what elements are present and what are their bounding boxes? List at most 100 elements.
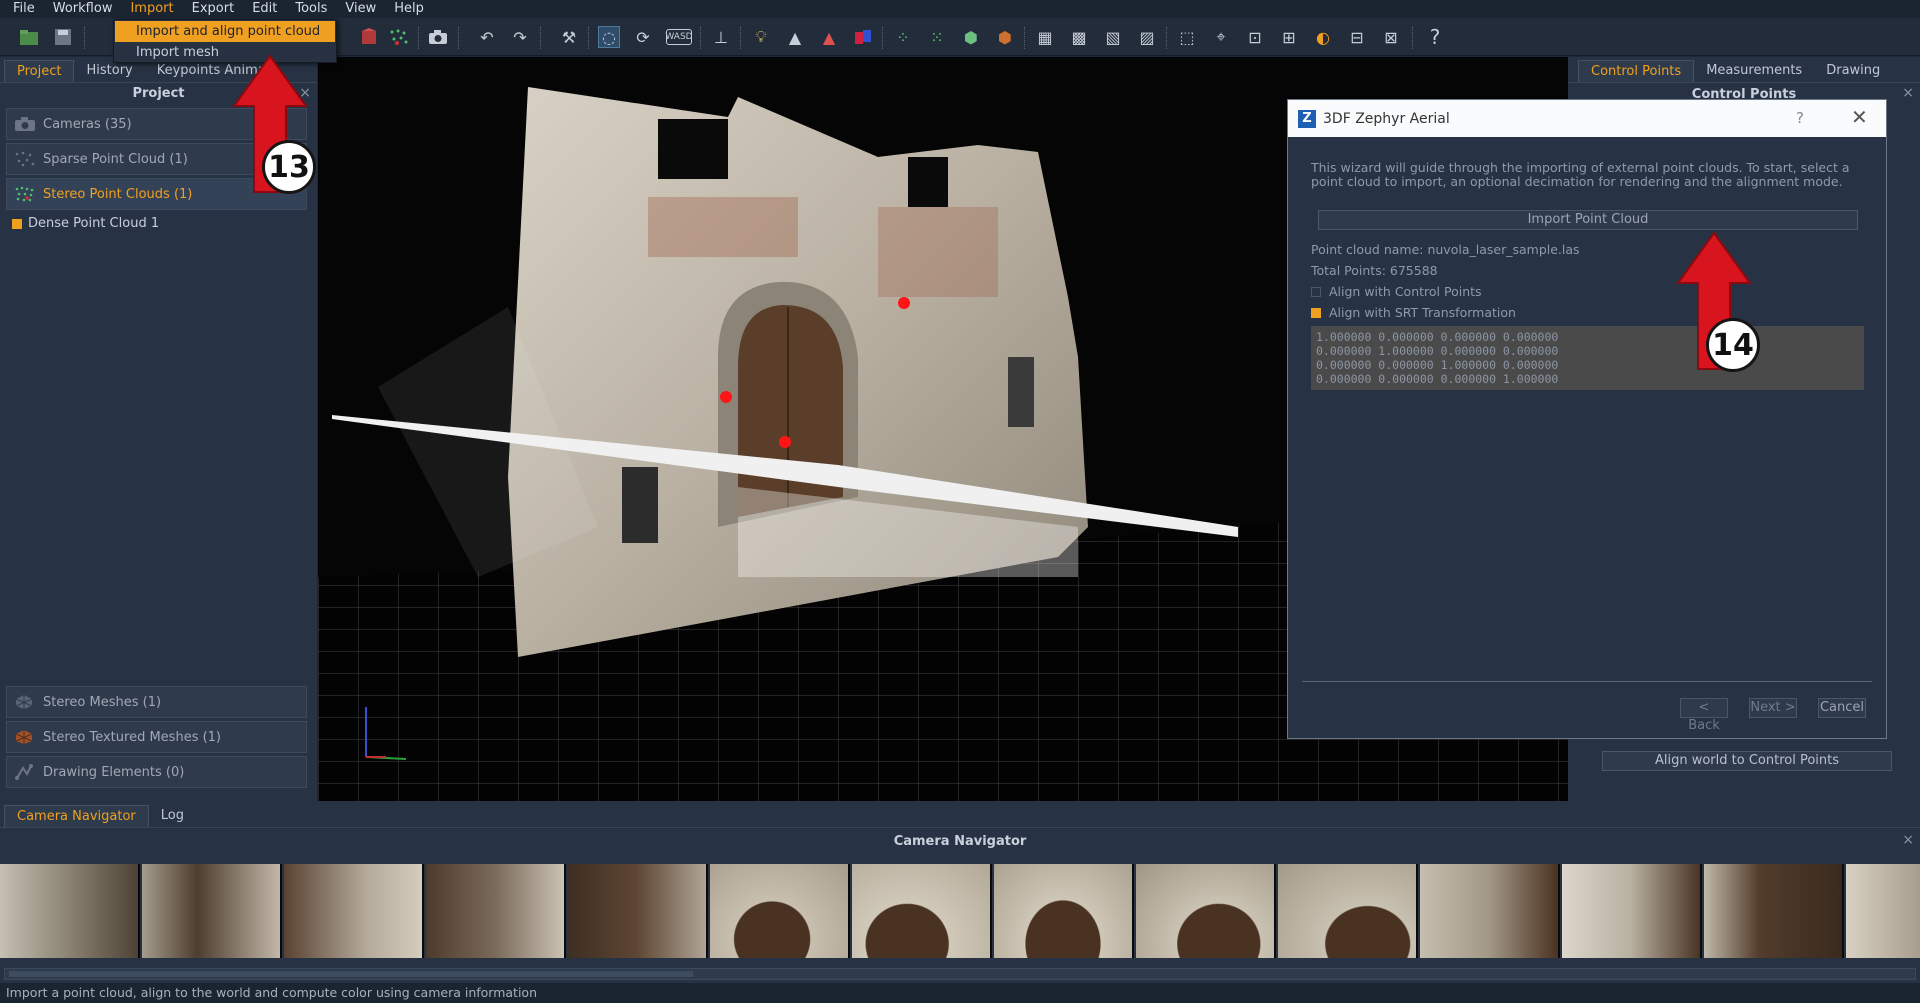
zephyr-logo-icon: Z [1298, 109, 1316, 128]
wrench-icon[interactable]: ⚒ [558, 26, 580, 48]
control-point-marker[interactable] [779, 436, 791, 448]
align-srt-option[interactable]: Align with SRT Transformation [1311, 306, 1516, 320]
camera-snapshot-icon[interactable] [427, 26, 449, 48]
tab-control-points[interactable]: Control Points [1578, 60, 1695, 82]
camera-thumbnail[interactable] [852, 864, 992, 958]
section-label: Sparse Point Cloud (1) [43, 151, 188, 167]
select-all-icon[interactable]: ▦ [1034, 26, 1056, 48]
menu-import[interactable]: Import [121, 0, 182, 18]
section-stereo-meshes[interactable]: Stereo Meshes (1) [6, 686, 307, 718]
back-button[interactable]: < Back [1680, 698, 1728, 733]
new-project-icon[interactable] [18, 26, 40, 48]
menu-tools[interactable]: Tools [286, 0, 336, 18]
sparse-cloud-icon [15, 151, 35, 167]
save-icon[interactable] [52, 26, 74, 48]
camera-thumbnail[interactable] [994, 864, 1134, 958]
camera-thumbnail[interactable] [710, 864, 850, 958]
control-point-marker[interactable] [720, 391, 732, 403]
import-point-cloud-button[interactable]: Import Point Cloud [1318, 210, 1858, 230]
control-point-marker[interactable] [898, 297, 910, 309]
section-label: Cameras (35) [43, 116, 132, 132]
wasd-icon[interactable]: WASD [665, 29, 693, 45]
textured-mesh-icon [15, 729, 35, 745]
mesh-cube-icon[interactable]: ⬢ [960, 26, 982, 48]
align-world-button[interactable]: Align world to Control Points [1602, 751, 1892, 771]
undo-icon[interactable]: ↶ [476, 26, 498, 48]
dialog-help-button[interactable]: ? [1796, 109, 1804, 127]
wizard-intro-text: This wizard will guide through the impor… [1311, 160, 1850, 189]
menubar: File Workflow Import Export Edit Tools V… [0, 0, 1920, 18]
rgb-select-icon[interactable]: ⊡ [1244, 26, 1266, 48]
checkbox-unchecked[interactable] [1311, 287, 1321, 297]
align-control-points-option[interactable]: Align with Control Points [1311, 285, 1482, 299]
camera-thumbnail[interactable] [284, 864, 424, 958]
mesh-wire-icon[interactable]: ▲ [784, 26, 806, 48]
menu-item-import-align-point-cloud[interactable]: Import and align point cloud [115, 21, 335, 42]
point-cloud-name: Point cloud name: nuvola_laser_sample.la… [1311, 242, 1580, 257]
section-stereo-textured-meshes[interactable]: Stereo Textured Meshes (1) [6, 721, 307, 753]
texture-icon[interactable] [852, 26, 874, 48]
rect-select-icon[interactable]: ⬚ [1176, 26, 1198, 48]
close-icon[interactable]: × [1902, 85, 1914, 101]
menu-workflow[interactable]: Workflow [44, 0, 122, 18]
matrix-row: 0.000000 0.000000 0.000000 1.000000 [1316, 372, 1559, 386]
annotation-badge-14: 14 [1706, 318, 1760, 372]
menu-edit[interactable]: Edit [243, 0, 286, 18]
cancel-button[interactable]: Cancel [1818, 698, 1866, 718]
color-mesh-icon[interactable]: ▲ [818, 26, 840, 48]
tab-project[interactable]: Project [4, 60, 75, 82]
crop-select-icon[interactable]: ⊟ [1346, 26, 1368, 48]
camera-thumbnail[interactable] [1846, 864, 1920, 958]
select-invert-icon[interactable]: ▧ [1102, 26, 1124, 48]
help-icon[interactable]: ? [1424, 25, 1446, 49]
camera-thumbnail[interactable] [0, 864, 140, 958]
mesh-icon [15, 694, 35, 710]
menu-view[interactable]: View [336, 0, 385, 18]
tree-item-dense-point-cloud[interactable]: Dense Point Cloud 1 [12, 216, 317, 231]
axis-icon[interactable]: ⊥ [710, 26, 732, 48]
camera-thumbnail[interactable] [1278, 864, 1418, 958]
section-drawing-elements[interactable]: Drawing Elements (0) [6, 756, 307, 788]
sparse-points-icon[interactable]: ⁘ [892, 26, 914, 48]
rotate-icon[interactable]: ⟳ [632, 26, 654, 48]
thumbnail-scrollbar[interactable] [4, 968, 1916, 980]
tab-camera-navigator[interactable]: Camera Navigator [4, 805, 149, 827]
tab-drawing[interactable]: Drawing [1814, 60, 1892, 82]
textured-cube-icon[interactable]: ⬢ [994, 26, 1016, 48]
dialog-title: 3DF Zephyr Aerial [1323, 110, 1450, 127]
dialog-close-icon[interactable]: ✕ [1851, 105, 1868, 129]
grow-select-icon[interactable]: ⊞ [1278, 26, 1300, 48]
select-none-icon[interactable]: ▩ [1068, 26, 1090, 48]
checkbox-checked[interactable] [1311, 308, 1321, 318]
menu-file[interactable]: File [4, 0, 44, 18]
delete-select-icon[interactable]: ⊠ [1380, 26, 1402, 48]
box-icon[interactable] [358, 26, 380, 48]
camera-thumbnail[interactable] [568, 864, 708, 958]
scrollbar-thumb[interactable] [9, 971, 693, 977]
matrix-row: 0.000000 0.000000 1.000000 0.000000 [1316, 358, 1559, 372]
dense-points-icon[interactable]: ⁙ [926, 26, 948, 48]
camera-thumbnail[interactable] [142, 864, 282, 958]
orbit-icon[interactable]: ◌ [598, 26, 620, 48]
next-button[interactable]: Next > [1749, 698, 1797, 718]
select-filter-icon[interactable]: ▨ [1136, 26, 1158, 48]
lasso-select-icon[interactable]: ⌖ [1210, 26, 1232, 48]
camera-thumbnail[interactable] [1562, 864, 1702, 958]
invert-color-icon[interactable]: ◐ [1312, 26, 1334, 48]
camera-thumbnail[interactable] [426, 864, 566, 958]
total-points: Total Points: 675588 [1311, 263, 1438, 278]
tab-history[interactable]: History [74, 60, 144, 82]
camera-thumbnail[interactable] [1420, 864, 1560, 958]
matrix-row: 0.000000 1.000000 0.000000 0.000000 [1316, 344, 1559, 358]
srt-matrix-textarea[interactable]: 1.000000 0.000000 0.000000 0.000000 0.00… [1311, 326, 1864, 390]
cloud-points-icon[interactable] [388, 26, 410, 48]
camera-thumbnail[interactable] [1136, 864, 1276, 958]
close-icon[interactable]: × [1902, 832, 1914, 848]
tab-measurements[interactable]: Measurements [1694, 60, 1814, 82]
camera-thumbnail[interactable] [1704, 864, 1844, 958]
redo-icon[interactable]: ↷ [509, 26, 531, 48]
tab-log[interactable]: Log [149, 805, 196, 827]
menu-export[interactable]: Export [183, 0, 244, 18]
light-bulb-icon[interactable]: 💡︎ [750, 26, 772, 48]
menu-help[interactable]: Help [385, 0, 433, 18]
